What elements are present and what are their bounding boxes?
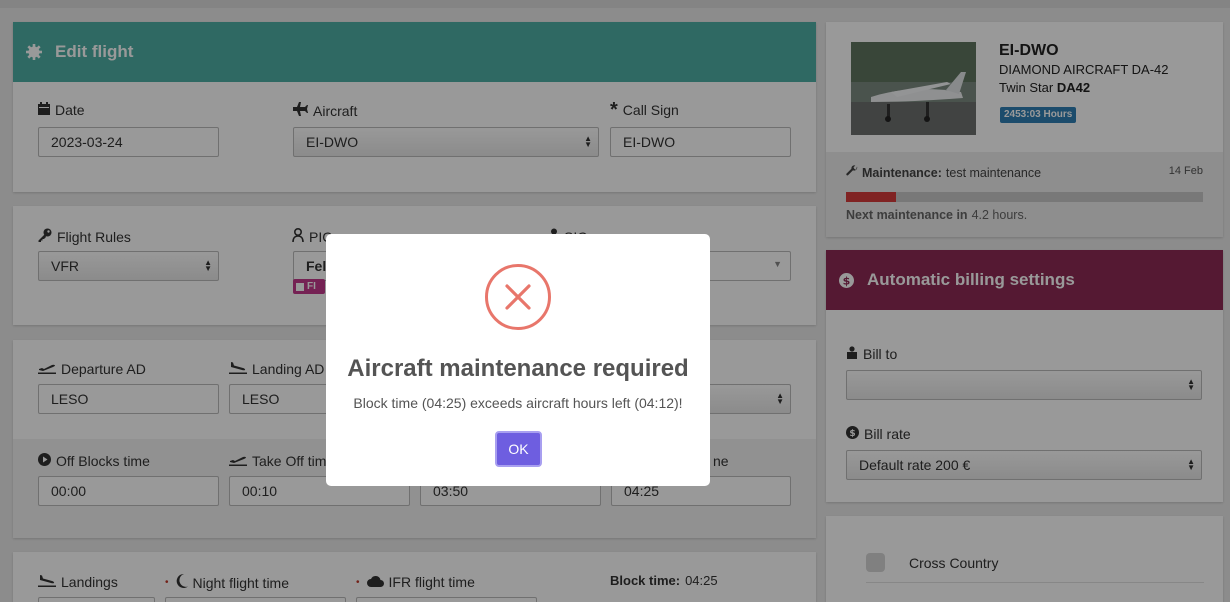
maintenance-alert-dialog: Aircraft maintenance required Block time… [326, 234, 710, 486]
ok-button[interactable]: OK [495, 431, 542, 467]
dialog-title: Aircraft maintenance required [347, 355, 689, 382]
error-x-icon [485, 264, 551, 330]
dialog-message: Block time (04:25) exceeds aircraft hour… [353, 395, 683, 411]
